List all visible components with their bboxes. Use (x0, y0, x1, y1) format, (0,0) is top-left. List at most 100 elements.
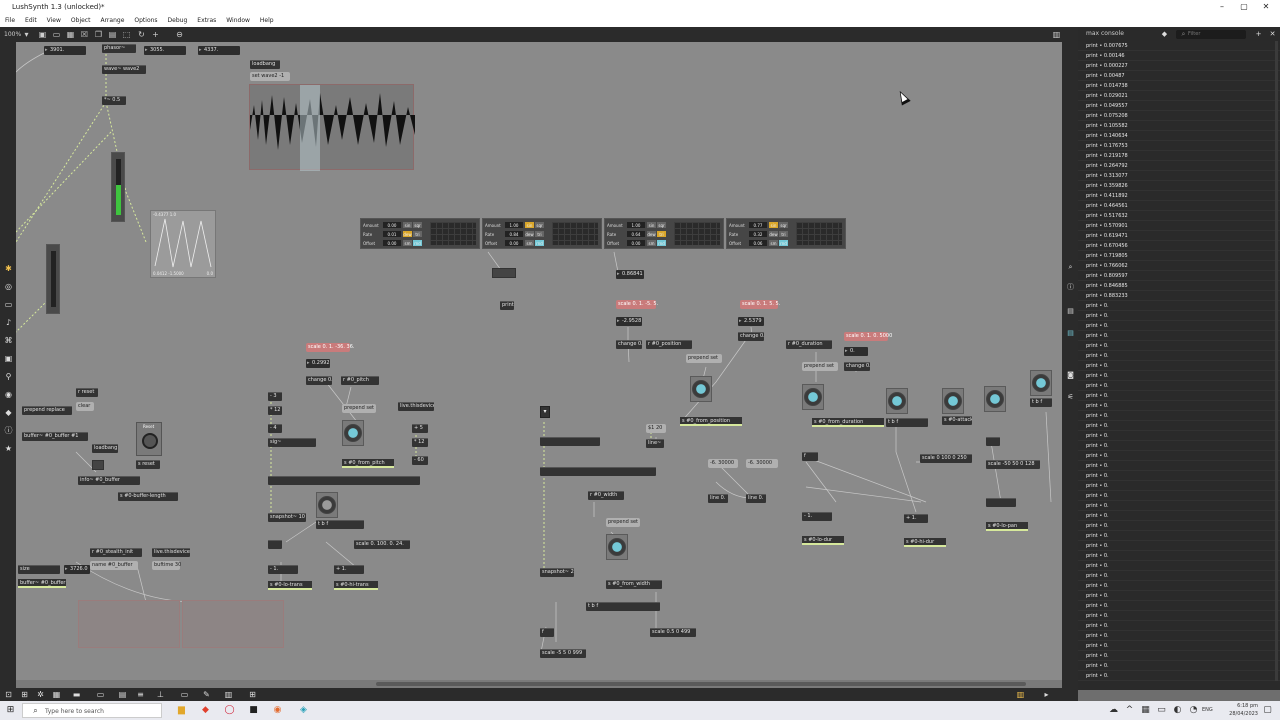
pitch-minus-1[interactable]: - 1. (268, 565, 298, 574)
send-lo-dur[interactable]: s #0-lo-dur (802, 536, 844, 545)
width-scale[interactable]: scale 0.5 0 499 (650, 628, 696, 637)
buftime-message[interactable]: buftime 30 (152, 561, 181, 570)
pitch-plus-1[interactable]: + 1. (334, 565, 364, 574)
eye-icon[interactable]: ◉ (4, 390, 13, 399)
pitch-sig[interactable]: sig~ (268, 438, 316, 447)
change-object-1[interactable]: change 0. (616, 340, 642, 349)
lfo4-offset[interactable]: 0.06 (749, 240, 767, 246)
taskbar-clock[interactable]: 6:18 pm 28/04/2023 (1218, 702, 1258, 718)
plugin-icon[interactable]: ▥ (224, 690, 233, 699)
comment-icon[interactable]: ≡ (136, 690, 145, 699)
lfo2-rate[interactable]: 0.84 (505, 231, 523, 237)
link-icon[interactable]: ⊖ (175, 30, 184, 39)
number-box-mid-a[interactable]: 0.86841 (616, 270, 644, 279)
menu-edit[interactable]: Edit (20, 14, 42, 27)
pitch-f[interactable] (268, 540, 282, 549)
pitch-dial-box[interactable] (342, 420, 364, 446)
number-icon[interactable]: ▤ (118, 690, 127, 699)
chevron-down-icon[interactable]: ▾ (22, 30, 31, 39)
number-box-top-3[interactable]: 4337. (198, 46, 240, 55)
lfo4-amount[interactable]: 0.77 (749, 222, 767, 228)
lfo2-grid[interactable] (552, 222, 598, 245)
console-icon[interactable]: ▤ (1066, 329, 1075, 338)
line-object[interactable]: line~ (646, 439, 664, 448)
menu-options[interactable]: Options (129, 14, 162, 27)
send-hi-trans[interactable]: s #0-hi-trans (334, 581, 378, 590)
minimize-icon[interactable]: – (1210, 0, 1234, 14)
position-dial-box[interactable] (690, 376, 712, 402)
pitch-dial[interactable] (344, 424, 362, 442)
lfo2-amount[interactable]: 1.00 (505, 222, 523, 228)
scale-message-b[interactable]: scale 0. 1. 5. 5. (740, 300, 780, 309)
tray-network-icon[interactable]: ▦ (1140, 705, 1151, 716)
clear-console-icon[interactable]: ✕ (1268, 30, 1277, 39)
scale-message-a[interactable]: scale 0. 1. -5. 5. (616, 300, 658, 309)
paste-icon[interactable]: ▤ (108, 30, 117, 39)
size-object[interactable]: size (18, 565, 60, 574)
duration-number[interactable]: 0. (844, 347, 868, 356)
snapshot-10[interactable]: snapshot~ 10 (268, 513, 306, 522)
wrench-icon[interactable]: ✎ (202, 690, 211, 699)
duration-f[interactable]: f (802, 452, 818, 461)
change-object-2[interactable]: change 0. (738, 332, 764, 341)
buffer-object-2[interactable]: buffer~ #0_buffer (18, 579, 66, 588)
lfo3-amount[interactable]: 1.00 (627, 222, 645, 228)
menu-arrange[interactable]: Arrange (95, 14, 129, 27)
grid-icon[interactable]: ✲ (36, 690, 45, 699)
snapshot-2[interactable]: snapshot~ 2 (540, 568, 574, 577)
phasor-object[interactable]: phasor~ (102, 44, 136, 53)
pitch-tbf[interactable]: t b f (316, 520, 364, 529)
box-icon[interactable]: ▭ (4, 300, 13, 309)
receive-duration[interactable]: r #0_duration (786, 340, 832, 349)
duration-tbf[interactable]: t b f (886, 418, 928, 427)
lfo-panel-4[interactable]: Amount 0.77 sin sqr Rate 0.32 dew tri Offset 0.… (726, 218, 846, 249)
attack-dial-box[interactable] (886, 388, 908, 414)
camera-icon[interactable]: ◙ (1066, 371, 1075, 380)
message-1-20[interactable]: $1 20 (646, 424, 666, 433)
send-buffer-length[interactable]: s #0-buffer-length (118, 492, 178, 501)
lfo1-grid[interactable] (430, 222, 476, 245)
buffer-loadbang[interactable]: loadbang (92, 444, 118, 453)
width-bang[interactable]: ▾ (540, 406, 550, 418)
lfo4-rate[interactable]: 0.32 (749, 231, 767, 237)
pitch-change[interactable]: change 0. (306, 376, 332, 385)
receive-pitch[interactable]: r #0_pitch (341, 376, 379, 385)
duration-scale-message[interactable]: scale 0. 1. 0. 5000 (844, 332, 892, 341)
menu-extras[interactable]: Extras (192, 14, 221, 27)
live-thisdevice-pitch[interactable]: live.thisdevice (398, 402, 434, 411)
number-box-mid-c[interactable]: 2.5379 (738, 317, 764, 326)
live-thisdevice-buffer[interactable]: live.thisdevice (152, 548, 190, 557)
lfo3-offset[interactable]: 0.00 (627, 240, 645, 246)
horizontal-scroll-thumb[interactable] (376, 682, 1026, 686)
pitch-number-box[interactable]: 0.2992 (306, 359, 330, 368)
align-icon[interactable]: ⊥ (156, 690, 165, 699)
send-attack[interactable]: s #0-attack (942, 416, 972, 425)
prepend-replace[interactable]: prepend replace (22, 406, 72, 415)
lfo-panel-1[interactable]: Amount 0.00 sin sqr Rate 0.01 dew tri Offset 0.… (360, 218, 480, 249)
drop-zone-1[interactable] (78, 600, 180, 648)
position-dial[interactable] (692, 380, 710, 398)
pan-dial[interactable] (986, 390, 1004, 408)
sidebar-toggle-icon[interactable]: ▥ (1052, 30, 1061, 39)
edit-icon[interactable]: ⊞ (20, 690, 29, 699)
menu-file[interactable]: File (0, 14, 20, 27)
diamond-icon[interactable]: ◆ (4, 408, 13, 417)
ramp-message-1[interactable]: -6. 30000 (708, 459, 738, 468)
number-box-top-1[interactable]: 3901. (44, 46, 86, 55)
reset-button-box[interactable]: Reset (136, 422, 162, 456)
width-wide-object[interactable] (540, 467, 656, 476)
tray-volume-icon[interactable]: ◐ (1172, 705, 1183, 716)
attack-dial[interactable] (888, 392, 906, 410)
receive-position[interactable]: r #0_position (646, 340, 692, 349)
lock-icon[interactable]: ⊡ (4, 690, 13, 699)
note-icon[interactable]: ♪ (4, 318, 13, 327)
windows-start-icon[interactable]: ⊞ (5, 705, 16, 716)
search-icon[interactable]: ⌕ (1066, 263, 1075, 272)
send-lo-trans[interactable]: s #0-lo-trans (268, 581, 312, 590)
object-icon[interactable]: ▬ (72, 690, 81, 699)
send-from-pitch[interactable]: s #0_from_pitch (342, 459, 394, 468)
list-icon[interactable]: ▤ (1066, 307, 1075, 316)
console-scrollbar[interactable] (1275, 41, 1278, 681)
duration-minus-1[interactable]: - 1. (802, 512, 832, 521)
pan-dial-box[interactable] (984, 386, 1006, 412)
